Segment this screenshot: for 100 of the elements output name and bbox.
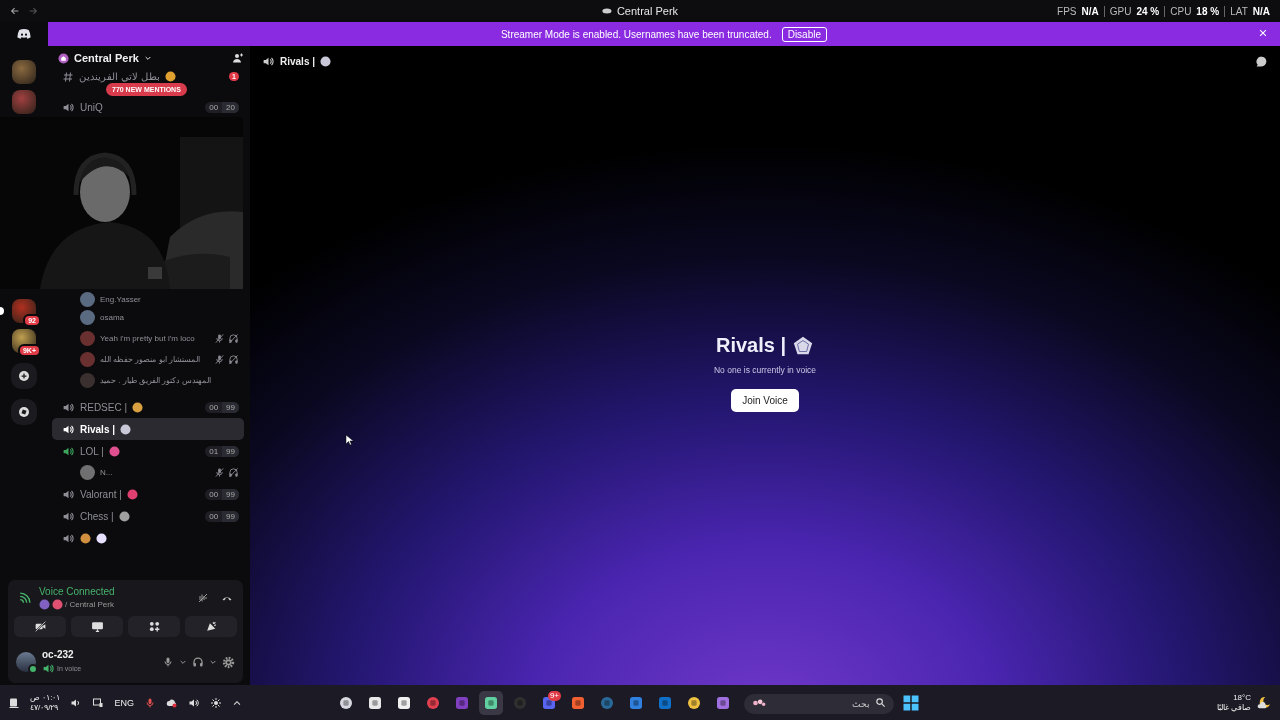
app-icon: [367, 694, 383, 711]
app-icon: [599, 694, 615, 711]
stat-value: 18 %: [1196, 5, 1220, 17]
screen-share-button[interactable]: [71, 616, 123, 637]
hash-icon: [62, 70, 74, 83]
app-icon: [396, 694, 412, 711]
window-title: Central Perk: [616, 5, 679, 17]
emoji-icon: [52, 599, 63, 610]
stat-label: FPS: [1057, 5, 1077, 17]
app-icon: [657, 694, 673, 711]
activities-button[interactable]: [128, 616, 180, 637]
compass-icon: [18, 406, 30, 418]
chat-icon: [1255, 54, 1268, 68]
banner-message: Streamer Mode is enabled. Usernames have been truncated.: [500, 28, 772, 40]
channel-item[interactable]: UniQ 00 20: [52, 96, 244, 118]
forward-arrow-icon: [28, 6, 38, 16]
chevron-down-icon: [209, 658, 217, 666]
user-count: 00 99: [205, 401, 239, 413]
pentagon-emoji-icon: [792, 334, 815, 357]
discover-button[interactable]: [11, 399, 37, 425]
app-icon: [570, 694, 586, 711]
channel-heading: Rivals |: [715, 334, 787, 357]
activities-icon: [147, 620, 161, 633]
plus-icon: [18, 370, 30, 382]
channel-item[interactable]: Chess | 00 99: [52, 505, 244, 527]
chevron-down-icon: [179, 658, 187, 666]
mic-icon: [162, 656, 174, 668]
clock-time: ٠١:٠١ ص: [30, 692, 61, 703]
app-icon: [425, 694, 441, 711]
channel-title: Rivals |: [280, 55, 316, 67]
username: oc-232: [42, 649, 75, 660]
app-icon: [483, 694, 499, 711]
app-icon: [338, 694, 354, 711]
close-icon: [1258, 28, 1268, 38]
app-icon: [454, 694, 470, 711]
taskbar-app[interactable]: [479, 690, 503, 715]
voice-channel-name[interactable]: / Central Perk: [65, 600, 114, 609]
user-count: 00 99: [205, 488, 239, 500]
channel-name: LOL |: [80, 445, 104, 457]
speaker-icon: [42, 662, 55, 675]
stat-value: 24 %: [1136, 5, 1160, 17]
stat-label: GPU: [1109, 5, 1132, 17]
channel-item[interactable]: REDSEC | 00 99: [52, 396, 244, 418]
headphones-icon: [192, 656, 204, 668]
user-count: 01 99: [205, 445, 239, 457]
clock-date: ٤٧/٠٩/٢٩: [30, 702, 59, 713]
avatar: [80, 310, 95, 325]
soundboard-button[interactable]: [185, 616, 237, 637]
settings-icon: [222, 655, 235, 669]
member-name[interactable]: المهندس دكتور الفريق طيار . حميد: [100, 376, 212, 385]
channel-name: UniQ: [80, 101, 103, 113]
camera-off-icon: [33, 620, 47, 633]
camera-button[interactable]: [14, 616, 66, 637]
channel-name: بطل لاتي الفريندين: [79, 71, 160, 82]
stat-label: LAT: [1230, 5, 1248, 17]
channel-name: Chess |: [80, 510, 114, 522]
channel-name: REDSEC |: [80, 401, 128, 413]
display-icon: [92, 696, 105, 709]
avatar: [80, 331, 95, 346]
user-count: 00 20: [205, 101, 239, 113]
discord-logo-icon: [16, 26, 32, 42]
server-name[interactable]: Central Perk: [74, 52, 139, 64]
back-arrow-icon: [10, 6, 20, 16]
weather-condition: صافي غالبًا: [1216, 702, 1251, 713]
stat-value: N/A: [1252, 5, 1270, 17]
avatar: [80, 373, 95, 388]
emoji-icon: [39, 599, 50, 610]
avatar: [80, 465, 95, 480]
unread-pip: [0, 307, 4, 315]
member-name[interactable]: osama: [100, 313, 124, 322]
member-name[interactable]: Yeah i'm pretty but i'm loco: [100, 334, 195, 343]
weather-icon: [1256, 694, 1272, 711]
member-name[interactable]: المستشار ابو منصور حفظه الله: [100, 355, 200, 364]
taskbar-app[interactable]: 9+: [537, 690, 561, 715]
add-server-button[interactable]: [11, 363, 37, 389]
channel-item[interactable]: Valorant | 00 99: [52, 483, 244, 505]
brightness-icon: [210, 696, 222, 709]
windows-logo-icon: [902, 693, 920, 712]
member-name[interactable]: Eng.Yasser: [100, 295, 141, 304]
avatar: [80, 352, 95, 367]
disable-button[interactable]: Disable: [781, 26, 828, 42]
voice-status: Voice Connected: [39, 586, 115, 597]
chevron-down-icon: [143, 54, 152, 62]
channel-item[interactable]: LOL | 01 99: [52, 440, 244, 462]
join-voice-button[interactable]: Join Voice: [731, 389, 799, 412]
temperature: 18°C: [1233, 692, 1251, 703]
member-name[interactable]: N...: [100, 468, 113, 477]
empty-voice-message: No one is currently in voice: [713, 365, 816, 375]
search-field[interactable]: بحث: [744, 693, 894, 714]
avatar: [80, 292, 95, 307]
stat-label: CPU: [1170, 5, 1192, 17]
channel-item[interactable]: Rivals |: [52, 418, 244, 440]
cursor-icon: [344, 434, 356, 446]
user-avatar[interactable]: [16, 652, 36, 672]
stat-value: N/A: [1081, 5, 1099, 17]
language-indicator[interactable]: ENG: [114, 697, 134, 708]
channel-name: Rivals |: [80, 423, 116, 435]
noise-suppression-icon: [197, 592, 209, 604]
user-count: 00 99: [205, 510, 239, 522]
channel-name: Valorant |: [80, 488, 122, 500]
